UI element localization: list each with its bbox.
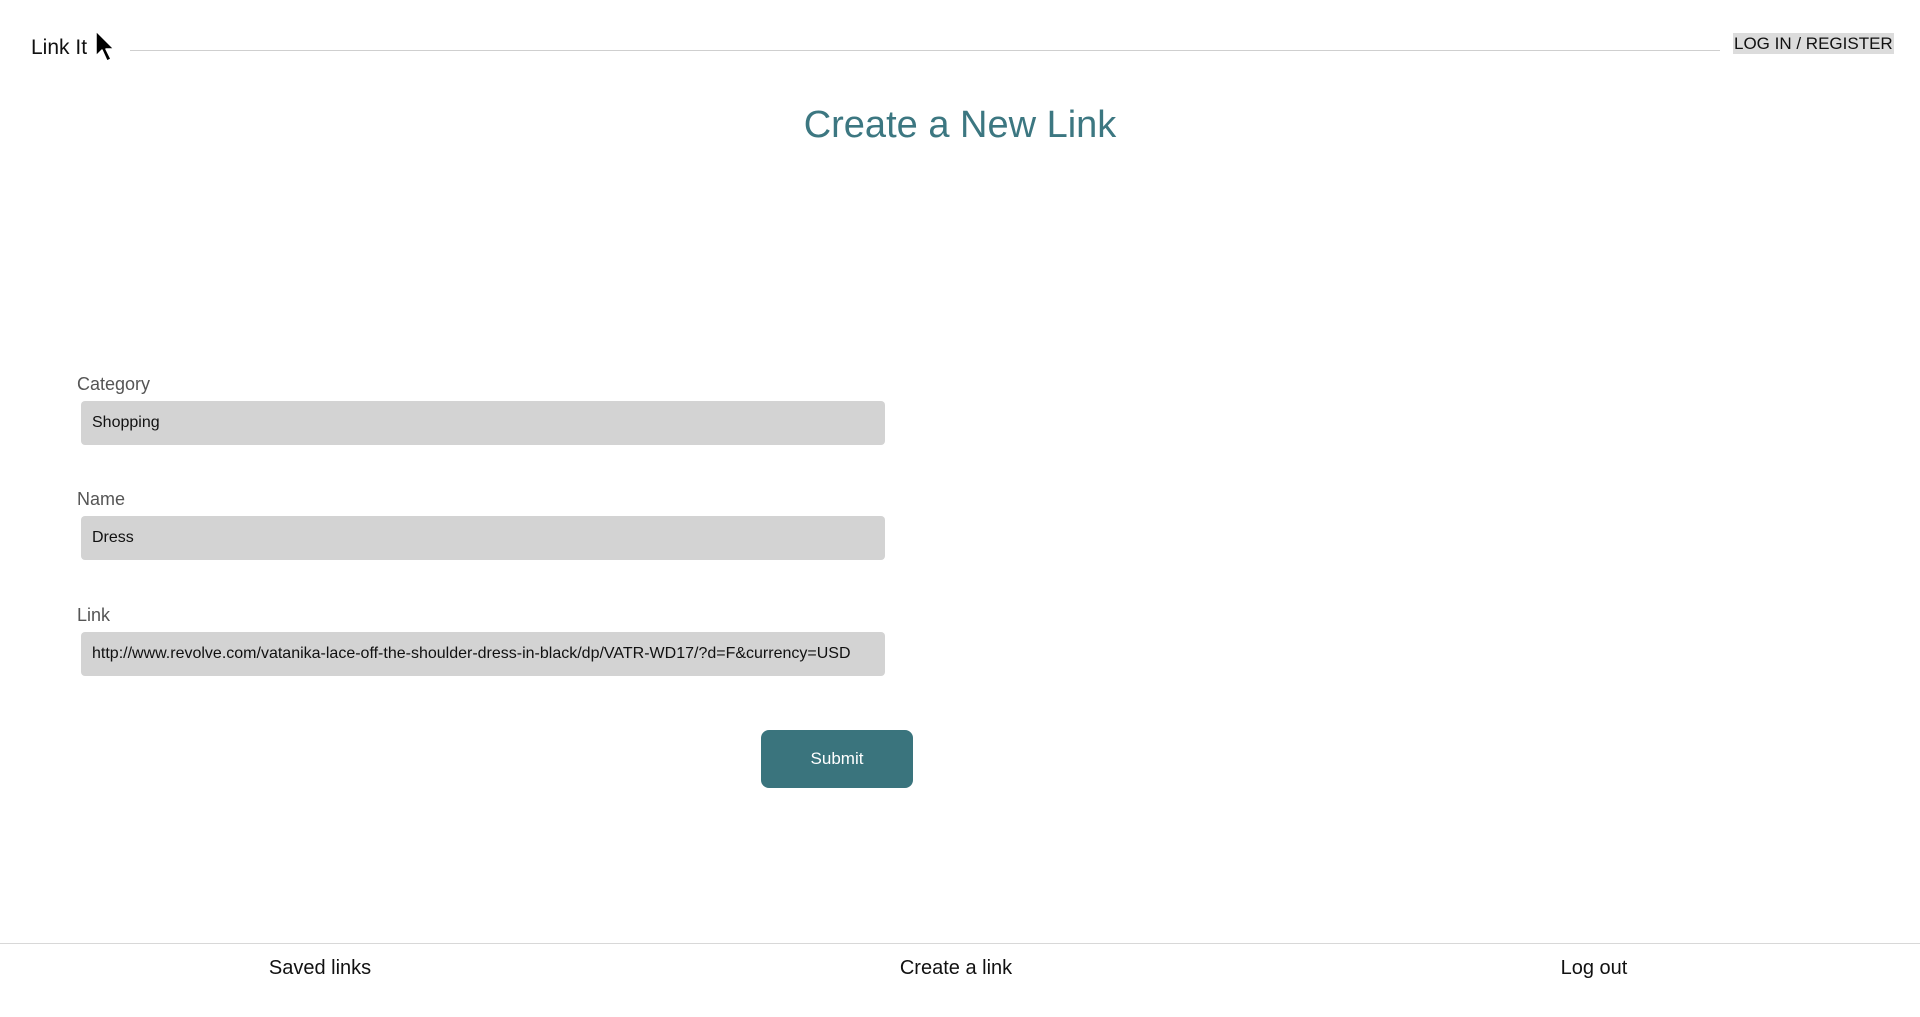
- mouse-pointer-icon: [95, 30, 115, 62]
- link-input[interactable]: [81, 632, 885, 676]
- submit-button[interactable]: Submit: [761, 730, 913, 788]
- category-label: Category: [77, 374, 151, 394]
- name-input[interactable]: [81, 516, 885, 560]
- brand-link[interactable]: Link It: [31, 36, 87, 60]
- page: Link It LOG IN / REGISTER Create a New L…: [0, 0, 1920, 1017]
- category-input[interactable]: [81, 401, 885, 445]
- header-divider: [130, 50, 1720, 51]
- footer-nav: Saved links Create a link Log out: [0, 943, 1920, 1017]
- login-register-link[interactable]: LOG IN / REGISTER: [1733, 33, 1894, 54]
- footer-saved-links[interactable]: Saved links: [0, 957, 640, 980]
- page-title: Create a New Link: [803, 104, 1117, 146]
- top-header: Link It LOG IN / REGISTER: [0, 0, 1920, 80]
- link-label: Link: [77, 605, 111, 625]
- footer-create-link[interactable]: Create a link: [636, 957, 1276, 980]
- name-label: Name: [77, 489, 126, 509]
- footer-log-out[interactable]: Log out: [1274, 957, 1914, 980]
